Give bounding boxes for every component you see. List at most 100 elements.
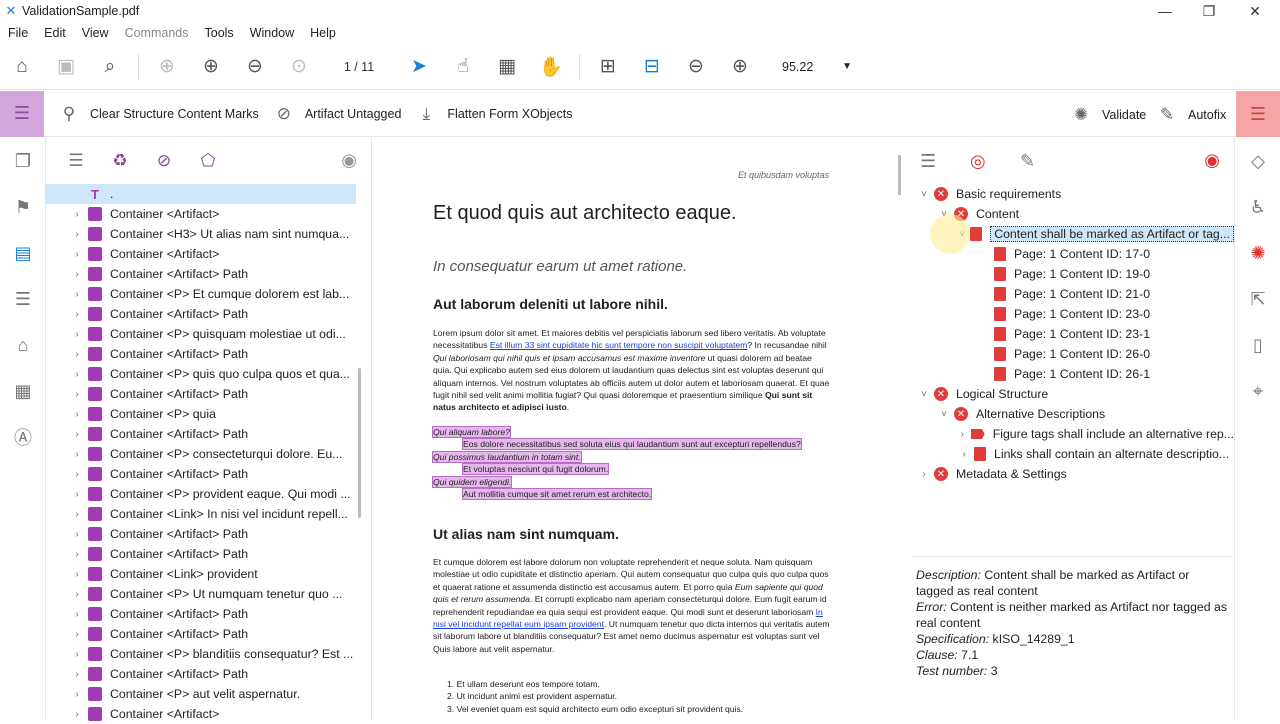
fit-page-icon[interactable]: ⊞ [586,45,630,89]
chevron-right-icon[interactable]: › [66,629,88,640]
tree-row[interactable]: › Container <Artifact> Path [46,544,356,564]
text-icon[interactable]: Ⓐ [0,414,46,460]
content-icon[interactable]: ▤ [0,230,46,276]
page-indicator[interactable]: 1 / 11 [329,60,389,74]
chevron-right-icon[interactable]: › [66,329,88,340]
chevron-right-icon[interactable]: › [66,309,88,320]
chevron-right-icon[interactable]: › [66,229,88,240]
chevron-right-icon[interactable]: › [66,369,88,380]
autofix-button[interactable]: ✎ Autofix [1156,105,1226,125]
tag-icon[interactable]: ⬠ [186,151,230,171]
chevron-right-icon[interactable]: › [66,589,88,600]
flatten-button[interactable]: ⤓ Flatten Form XObjects [415,104,573,124]
chevron-right-icon[interactable]: › [66,669,88,680]
scrollbar-thumb[interactable] [358,368,361,518]
hand-icon[interactable]: ✋ [529,45,573,89]
chevron-right-icon[interactable]: › [66,209,88,220]
menu-view[interactable]: View [74,26,117,40]
tree-row[interactable]: › Container <H3> Ut alias nam sint numqua… [46,224,356,244]
chevron-right-icon[interactable]: › [66,249,88,260]
tree-row[interactable]: › Container <Artifact> Path [46,624,356,644]
validation-row[interactable]: › Figure tags shall include an alternativ… [914,424,1234,444]
export-icon[interactable]: ⇱ [1235,276,1280,322]
tree-row[interactable]: › Container <Artifact> Path [46,264,356,284]
menu-commands[interactable]: Commands [117,26,197,40]
tag-slash-icon[interactable]: ⊘ [142,151,186,171]
chevron-right-icon[interactable]: › [66,649,88,660]
next-page-icon[interactable]: ⊕ [189,45,233,89]
chevron-down-icon[interactable]: ˅ [914,389,934,400]
layers-icon[interactable]: ▦ [0,368,46,414]
menu-edit[interactable]: Edit [36,26,74,40]
tree-row[interactable]: › Container <P> blanditiis consequatur? E… [46,644,356,664]
tree-row[interactable]: › Container <P> Ut numquam tenetur quo ..… [46,584,356,604]
grid-icon[interactable]: ▦ [485,45,529,89]
minimize-button[interactable]: — [1142,0,1188,22]
chevron-right-icon[interactable]: › [66,509,88,520]
tree-row[interactable]: › Container <Link> provident [46,564,356,584]
restore-button[interactable]: ❐ [1186,0,1232,22]
target-icon[interactable]: ◎ [970,151,1020,172]
validation-row[interactable]: ˅ ✕ Alternative Descriptions [914,404,1234,424]
touch-icon[interactable]: ☝ [441,45,485,89]
tree-row[interactable]: › Container <Artifact> Path [46,384,356,404]
validation-row[interactable]: Page: 1 Content ID: 26-1 [914,364,1234,384]
tree-row[interactable]: › Container <P> quis quo culpa quos et qu… [46,364,356,384]
tags-icon[interactable]: ⌂ [0,322,46,368]
chevron-right-icon[interactable]: › [66,549,88,560]
validation-row[interactable]: ˅ ✕ Logical Structure [914,384,1234,404]
menu-file[interactable]: File [0,26,36,40]
validation-row[interactable]: Page: 1 Content ID: 23-0 [914,304,1234,324]
select-icon[interactable]: ➤ [397,45,441,89]
save-icon[interactable]: ▣ [44,45,88,89]
tree-row[interactable]: › Container <Artifact> [46,244,356,264]
tree-row[interactable]: › Container <Artifact> Path [46,424,356,444]
validation-row[interactable]: Page: 1 Content ID: 19-0 [914,264,1234,284]
chevron-right-icon[interactable]: › [66,489,88,500]
search-icon[interactable]: ⌕ [88,45,132,89]
chevron-right-icon[interactable]: › [66,709,88,720]
validate-button[interactable]: ✺ Validate [1070,105,1146,125]
doc-link[interactable]: Est illum 33 sint cupiditate hic sunt te… [490,340,747,350]
chevron-right-icon[interactable]: › [66,389,88,400]
validation-row[interactable]: Page: 1 Content ID: 21-0 [914,284,1234,304]
chevron-right-icon[interactable]: › [66,269,88,280]
tree-row[interactable]: › Container <Artifact> Path [46,464,356,484]
tree-row[interactable]: › Container <P> provident eaque. Qui modi… [46,484,356,504]
edit-object-icon[interactable]: ◇ [1235,138,1280,184]
chevron-right-icon[interactable]: › [66,429,88,440]
validation-row[interactable]: ˅ ✕ Basic requirements [914,184,1234,204]
tree-row[interactable]: › Container <Artifact> Path [46,664,356,684]
scrollbar-thumb[interactable] [898,155,901,195]
chevron-right-icon[interactable]: › [914,469,934,480]
back-icon[interactable]: ⊖ [233,45,277,89]
tree-row[interactable]: T. [46,184,356,204]
tree-row[interactable]: › Container <Artifact> Path [46,304,356,324]
artifact-untagged-button[interactable]: ⊘ Artifact Untagged [273,104,402,124]
home-icon[interactable]: ⌂ [0,45,44,89]
tree-row[interactable]: › Container <Artifact> [46,204,356,224]
chevron-right-icon[interactable]: › [66,289,88,300]
eye-icon[interactable]: ◉ [1204,150,1220,171]
prev-page-first-icon[interactable]: ⊕ [145,45,189,89]
bookmarks-icon[interactable]: ⚑ [0,184,46,230]
tree-row[interactable]: › Container <Artifact> Path [46,524,356,544]
tree-row[interactable]: › Container <P> quia [46,404,356,424]
tree-row[interactable]: › Container <Link> In nisi vel incidunt r… [46,504,356,524]
clipboard-icon[interactable]: ▯ [1235,322,1280,368]
tree-row[interactable]: › Container <P> aut velit aspernatur. [46,684,356,704]
menu-help[interactable]: Help [302,26,344,40]
pages-icon[interactable]: ❐ [0,138,46,184]
left-panel-toggle-icon[interactable]: ☰ [0,90,44,137]
chevron-right-icon[interactable]: › [954,449,974,460]
validation-row[interactable]: › ✕ Metadata & Settings [914,464,1234,484]
bug-icon[interactable]: ✺ [1235,230,1280,276]
validation-row[interactable]: Page: 1 Content ID: 23-1 [914,324,1234,344]
chevron-right-icon[interactable]: › [66,609,88,620]
tree-row[interactable]: › Container <Artifact> [46,704,356,724]
validation-row[interactable]: › Links shall contain an alternate descri… [914,444,1234,464]
recycle-icon[interactable]: ♻ [98,151,142,171]
zoom-out-icon[interactable]: ⊖ [674,45,718,89]
menu-tools[interactable]: Tools [197,26,242,40]
tree-row[interactable]: › Container <P> consecteturqui dolore. Eu… [46,444,356,464]
